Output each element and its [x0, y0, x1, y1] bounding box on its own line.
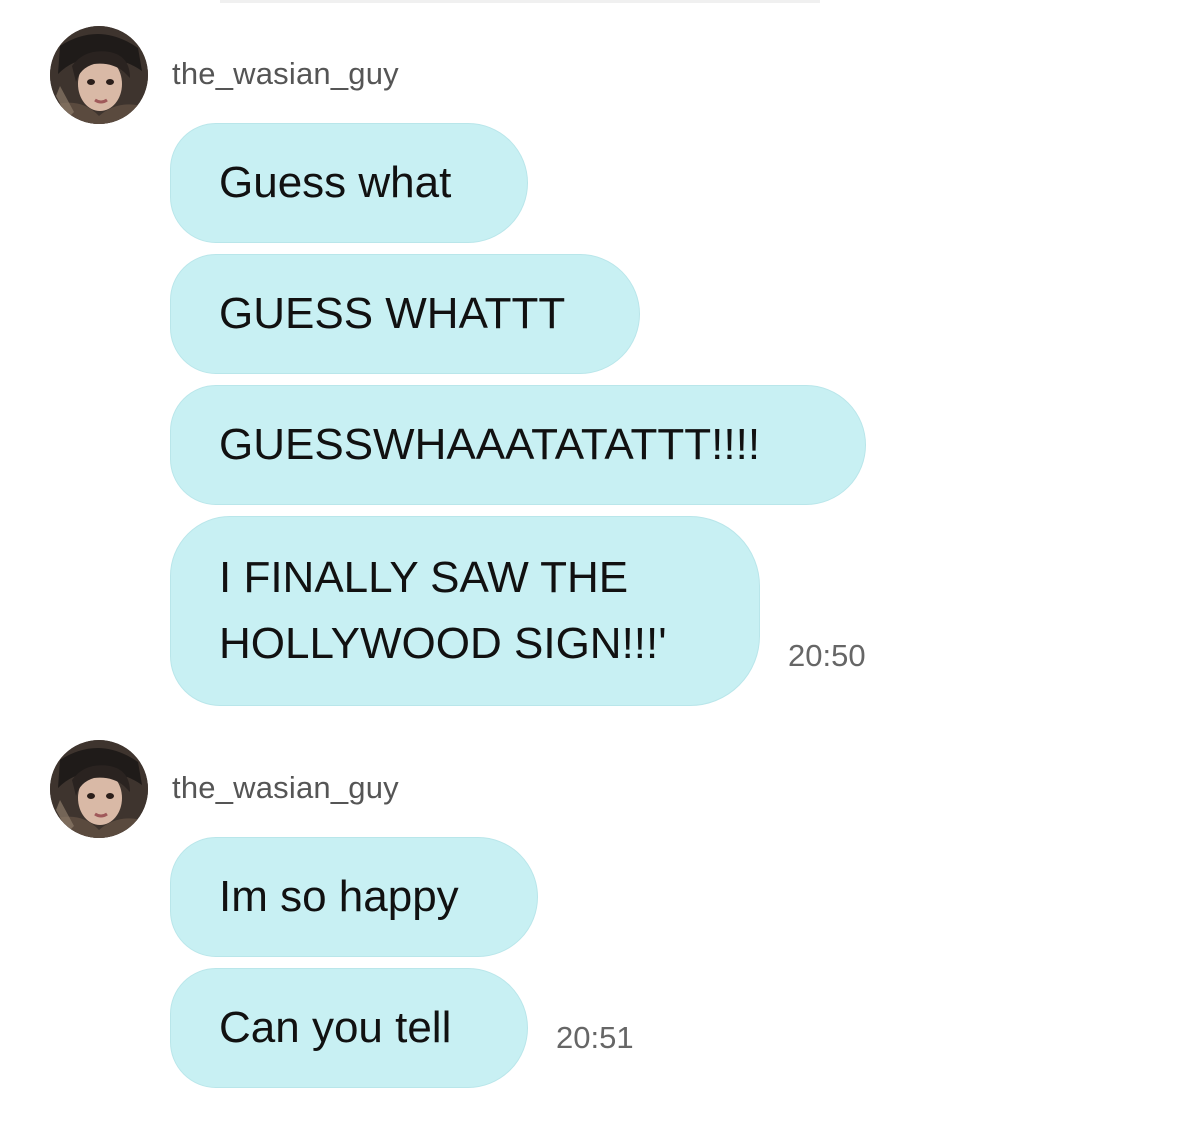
top-divider — [220, 0, 820, 3]
message-bubble[interactable]: I FINALLY SAW THE HOLLYWOOD SIGN!!!' — [170, 516, 760, 706]
sender-name[interactable]: the_wasian_guy — [172, 770, 399, 806]
message-bubble[interactable]: Can you tell — [170, 968, 528, 1088]
message-line: HOLLYWOOD SIGN!!!' — [219, 619, 667, 668]
profile-photo-icon — [50, 740, 148, 838]
sender-name[interactable]: the_wasian_guy — [172, 56, 399, 92]
profile-photo-icon — [50, 26, 148, 124]
message-bubble[interactable]: Im so happy — [170, 837, 538, 957]
message-bubble[interactable]: GUESSWHAAATATATTT!!!! — [170, 385, 866, 505]
avatar[interactable] — [50, 26, 148, 124]
avatar[interactable] — [50, 740, 148, 838]
message-bubble[interactable]: Guess what — [170, 123, 528, 243]
message-row: GUESS WHATTT — [170, 254, 640, 374]
message-row: GUESSWHAAATATATTT!!!! — [170, 385, 866, 505]
message-bubble[interactable]: GUESS WHATTT — [170, 254, 640, 374]
message-row: I FINALLY SAW THE HOLLYWOOD SIGN!!!' 20:… — [170, 516, 866, 706]
message-row: Im so happy — [170, 837, 538, 957]
message-timestamp: 20:51 — [556, 1020, 634, 1055]
message-row: Guess what — [170, 123, 528, 243]
message-timestamp: 20:50 — [788, 638, 866, 673]
message-row: Can you tell 20:51 — [170, 968, 634, 1088]
message-line: I FINALLY SAW THE — [219, 553, 629, 602]
